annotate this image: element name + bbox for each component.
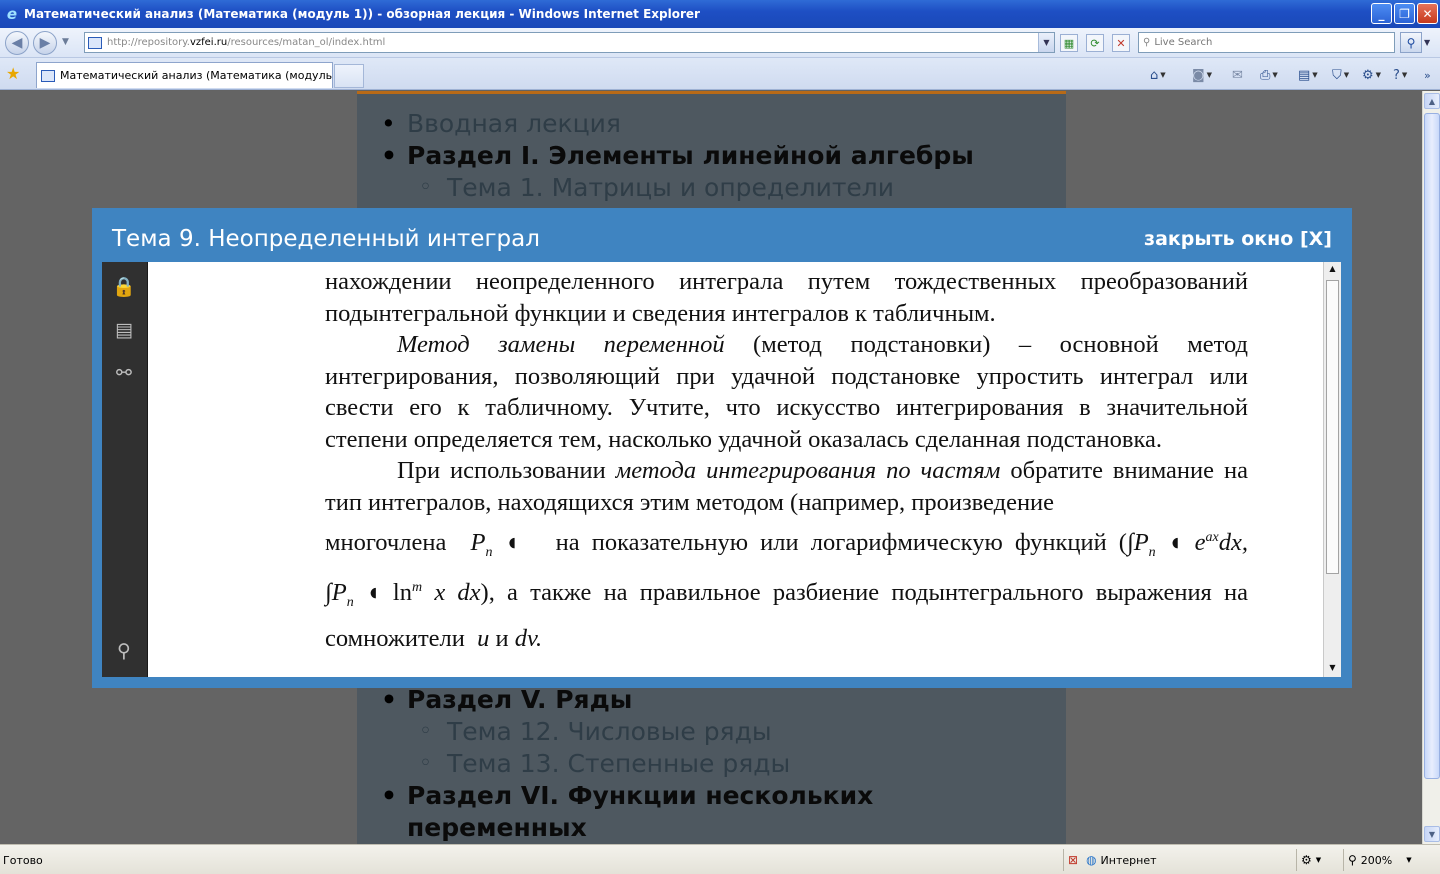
window-controls: _ ❐ ✕: [1371, 3, 1438, 24]
scroll-down-icon[interactable]: ▼: [1424, 826, 1440, 842]
compatibility-icon[interactable]: ▦: [1060, 34, 1078, 52]
shield-icon: ⛉: [1332, 67, 1342, 83]
protected-mode-icon: ⚙: [1301, 853, 1312, 867]
toc-item-intro[interactable]: Вводная лекция: [379, 108, 1066, 140]
home-icon: ⌂: [1150, 67, 1159, 83]
rss-icon: ◙: [1192, 67, 1205, 83]
back-button[interactable]: ◀: [5, 31, 29, 55]
blocked-icon: ⊠: [1068, 853, 1079, 867]
refresh-icon[interactable]: ⟳: [1086, 34, 1104, 52]
address-dropdown-icon[interactable]: ▼: [1038, 33, 1054, 52]
math-integral-exp: ∫Pn ◖ eaxdx,: [1126, 529, 1248, 560]
zone-segment: ⊠ ◍ Интернет: [1063, 849, 1293, 871]
doc-paragraph-3: При использовании метода интегрирования …: [325, 457, 1248, 516]
math-integral-log: ∫Pn ◖ lnm x dx: [325, 579, 481, 610]
gear-icon: ⚙: [1362, 67, 1374, 83]
page-scrollbar[interactable]: ▲ ▼: [1422, 91, 1440, 844]
zoom-dropdown-icon[interactable]: ▼: [1406, 856, 1411, 864]
search-options-dropdown-icon[interactable]: ▼: [1424, 38, 1430, 47]
toc-item-section-6[interactable]: Раздел VI. Функции нескольких переменных: [379, 780, 939, 844]
magnifier-icon: ⚲: [1406, 35, 1416, 50]
print-button[interactable]: ⎙ ▼: [1260, 66, 1278, 84]
toc-item-topic-13[interactable]: Тема 13. Степенные ряды: [379, 748, 1066, 780]
page-scrollbar-thumb[interactable]: [1424, 113, 1440, 779]
lock-icon[interactable]: 🔒: [111, 274, 137, 300]
search-button[interactable]: ⚲: [1400, 32, 1422, 53]
stop-icon[interactable]: ✕: [1112, 34, 1130, 52]
pdf-scroll-down-icon[interactable]: ▼: [1326, 662, 1339, 674]
toc-item-topic-12[interactable]: Тема 12. Числовые ряды: [379, 716, 1066, 748]
chevron-right-icon: »: [1424, 68, 1431, 82]
status-bar: Готово ⊠ ◍ Интернет ⚙ ▼ ⚲ 200% ▼: [0, 844, 1440, 874]
pdf-viewer: 🔒 ▤ ⚯ ⚲ нахождении неопределенного интег…: [102, 262, 1341, 677]
page-icon: [88, 36, 102, 49]
tab-label: Математический анализ (Математика (модул…: [60, 69, 333, 82]
minimize-button[interactable]: _: [1371, 3, 1392, 24]
math-pn: Pn ◖: [470, 529, 544, 560]
help-menu-button[interactable]: ? ▼: [1393, 66, 1407, 84]
toc-item-section-5[interactable]: Раздел V. Ряды: [379, 684, 1066, 716]
address-toolbar: ◀ ▶ ▼ http://repository.vzfei.ru/resourc…: [0, 28, 1440, 58]
zone-label: Интернет: [1100, 853, 1157, 867]
recent-pages-dropdown-icon[interactable]: ▼: [62, 37, 69, 47]
tab-bar: ★ Математический анализ (Математика (мод…: [0, 58, 1440, 90]
new-tab-button[interactable]: [334, 64, 364, 88]
status-text: Готово: [3, 854, 43, 867]
doc-paragraph-1: нахождении неопределенного интеграла пут…: [325, 268, 1248, 327]
modal-title: Тема 9. Неопределенный интеграл: [112, 226, 540, 252]
lecture-modal: Тема 9. Неопределенный интеграл закрыть …: [92, 208, 1352, 688]
help-icon: ?: [1393, 67, 1400, 83]
tools-menu-button[interactable]: ⚙ ▼: [1362, 66, 1381, 84]
page-menu-button[interactable]: ▤ ▼: [1298, 66, 1318, 84]
close-window-button[interactable]: ✕: [1417, 3, 1438, 24]
search-field[interactable]: ⚲: [1138, 32, 1395, 53]
window-title: Математический анализ (Математика (модул…: [24, 7, 700, 21]
forward-button[interactable]: ▶: [33, 31, 57, 55]
search-input[interactable]: [1154, 37, 1385, 48]
doc-formula-line-2: ∫Pn ◖ lnm x dx), а также на правильное р…: [325, 579, 1249, 610]
globe-icon: ◍: [1086, 853, 1097, 867]
toc-list-top: Вводная лекция Раздел I. Элементы линейн…: [357, 94, 1066, 204]
live-search-icon: ⚲: [1143, 37, 1151, 48]
doc-paragraph-2: Метод замены переменной (метод подстанов…: [325, 331, 1248, 453]
zoom-icon: ⚲: [1348, 853, 1357, 867]
toc-item-section-1[interactable]: Раздел I. Элементы линейной алгебры: [379, 140, 1066, 172]
favorites-star-icon[interactable]: ★: [6, 64, 20, 83]
forward-arrow-icon: ▶: [39, 35, 51, 51]
document-text: нахождении неопределенного интеграла пут…: [325, 262, 1248, 662]
window-titlebar: e Математический анализ (Математика (мод…: [0, 0, 1440, 28]
page-menu-icon: ▤: [1298, 67, 1311, 83]
pdf-scroll-up-icon[interactable]: ▲: [1326, 263, 1339, 275]
toc-list-bottom: Раздел V. Ряды Тема 12. Числовые ряды Те…: [357, 684, 1066, 844]
doc-formula-line-3: сомножители u и dv.: [325, 625, 543, 652]
more-commands-button[interactable]: »: [1424, 66, 1431, 84]
printer-icon: ⎙: [1260, 67, 1271, 83]
paperclip-icon[interactable]: ⚲: [111, 638, 137, 664]
mail-button[interactable]: ✉: [1232, 66, 1243, 84]
address-input[interactable]: http://repository.vzfei.ru/resources/mat…: [84, 32, 1055, 53]
url-text: http://repository.vzfei.ru/resources/mat…: [107, 37, 386, 48]
toc-item-topic-1[interactable]: Тема 1. Матрицы и определители: [379, 172, 1066, 204]
zoom-segment[interactable]: ⚲ 200% ▼: [1343, 849, 1423, 871]
maximize-button[interactable]: ❐: [1394, 3, 1415, 24]
scroll-up-icon[interactable]: ▲: [1424, 93, 1440, 109]
doc-formula-line-1: многочлена Pn ◖ на показательную или лог…: [325, 529, 1248, 560]
pages-icon[interactable]: ▤: [111, 317, 137, 343]
ie-logo-icon: e: [6, 5, 18, 23]
close-modal-button[interactable]: закрыть окно [X]: [1144, 228, 1332, 250]
binoculars-icon[interactable]: ⚯: [111, 360, 137, 386]
protected-mode-segment[interactable]: ⚙ ▼: [1296, 849, 1341, 871]
pdf-scrollbar-thumb[interactable]: [1326, 280, 1339, 574]
mail-icon: ✉: [1232, 67, 1243, 83]
pdf-scrollbar[interactable]: ▲ ▼: [1323, 262, 1341, 677]
tab-page-icon: [41, 69, 55, 82]
zoom-level: 200%: [1360, 853, 1393, 867]
pdf-sidebar: 🔒 ▤ ⚯ ⚲: [102, 262, 148, 677]
tab-current[interactable]: Математический анализ (Математика (модул…: [36, 62, 333, 88]
safety-menu-button[interactable]: ⛉ ▼: [1332, 66, 1349, 84]
home-button[interactable]: ⌂ ▼: [1150, 66, 1166, 84]
back-arrow-icon: ◀: [11, 35, 23, 51]
feeds-button[interactable]: ◙ ▼: [1192, 66, 1212, 84]
